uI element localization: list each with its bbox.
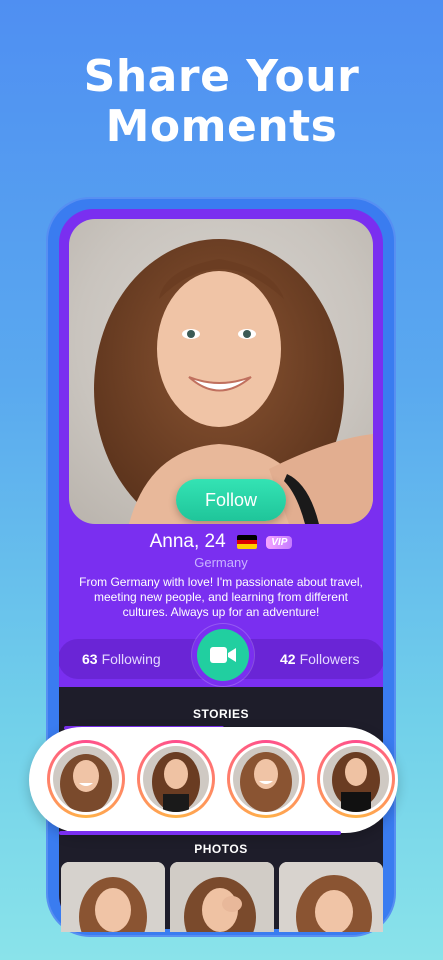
photo-thumbnail[interactable] bbox=[279, 862, 383, 932]
profile-photo: Follow bbox=[69, 219, 373, 524]
profile-country: Germany bbox=[194, 555, 248, 570]
story-thumbnail bbox=[152, 752, 200, 812]
story-item[interactable] bbox=[227, 740, 305, 818]
headline-line-1: Share Your bbox=[83, 51, 360, 102]
profile-name-age: Anna, 24 bbox=[149, 531, 226, 552]
photo-thumbnail-image bbox=[61, 862, 165, 932]
followers-count: 42 bbox=[280, 651, 296, 667]
headline-line-2: Moments bbox=[105, 101, 338, 152]
photo-thumbnail-image bbox=[279, 862, 383, 932]
photos-title: PHOTOS bbox=[194, 842, 248, 856]
following-label: Following bbox=[101, 651, 161, 667]
stories-title: STORIES bbox=[193, 707, 249, 721]
story-thumbnail bbox=[332, 752, 380, 812]
photo-thumbnail-image bbox=[170, 862, 274, 932]
vip-badge: VIP bbox=[266, 535, 293, 549]
video-call-button[interactable] bbox=[197, 629, 249, 681]
photo-thumbnail[interactable] bbox=[170, 862, 274, 932]
story-item[interactable] bbox=[47, 740, 125, 818]
story-item[interactable] bbox=[317, 740, 395, 818]
video-camera-icon bbox=[210, 647, 236, 663]
story-thumbnail bbox=[60, 754, 112, 812]
story-thumbnail bbox=[240, 752, 292, 812]
profile-bio: From Germany with love! I'm passionate a… bbox=[79, 575, 363, 619]
name-row: Anna, 24 VIP bbox=[59, 531, 383, 553]
germany-flag-icon bbox=[236, 535, 257, 549]
followers-label: Followers bbox=[299, 651, 360, 667]
following-stat[interactable]: 63 Following bbox=[82, 651, 161, 667]
following-count: 63 bbox=[82, 651, 98, 667]
stories-progress-bottom bbox=[59, 831, 341, 835]
story-item[interactable] bbox=[137, 740, 215, 818]
stories-row bbox=[29, 727, 398, 833]
followers-stat[interactable]: 42 Followers bbox=[280, 651, 359, 667]
follow-button[interactable]: Follow bbox=[176, 479, 286, 521]
photo-thumbnail[interactable] bbox=[61, 862, 165, 932]
headline: Share Your Moments bbox=[0, 52, 443, 152]
